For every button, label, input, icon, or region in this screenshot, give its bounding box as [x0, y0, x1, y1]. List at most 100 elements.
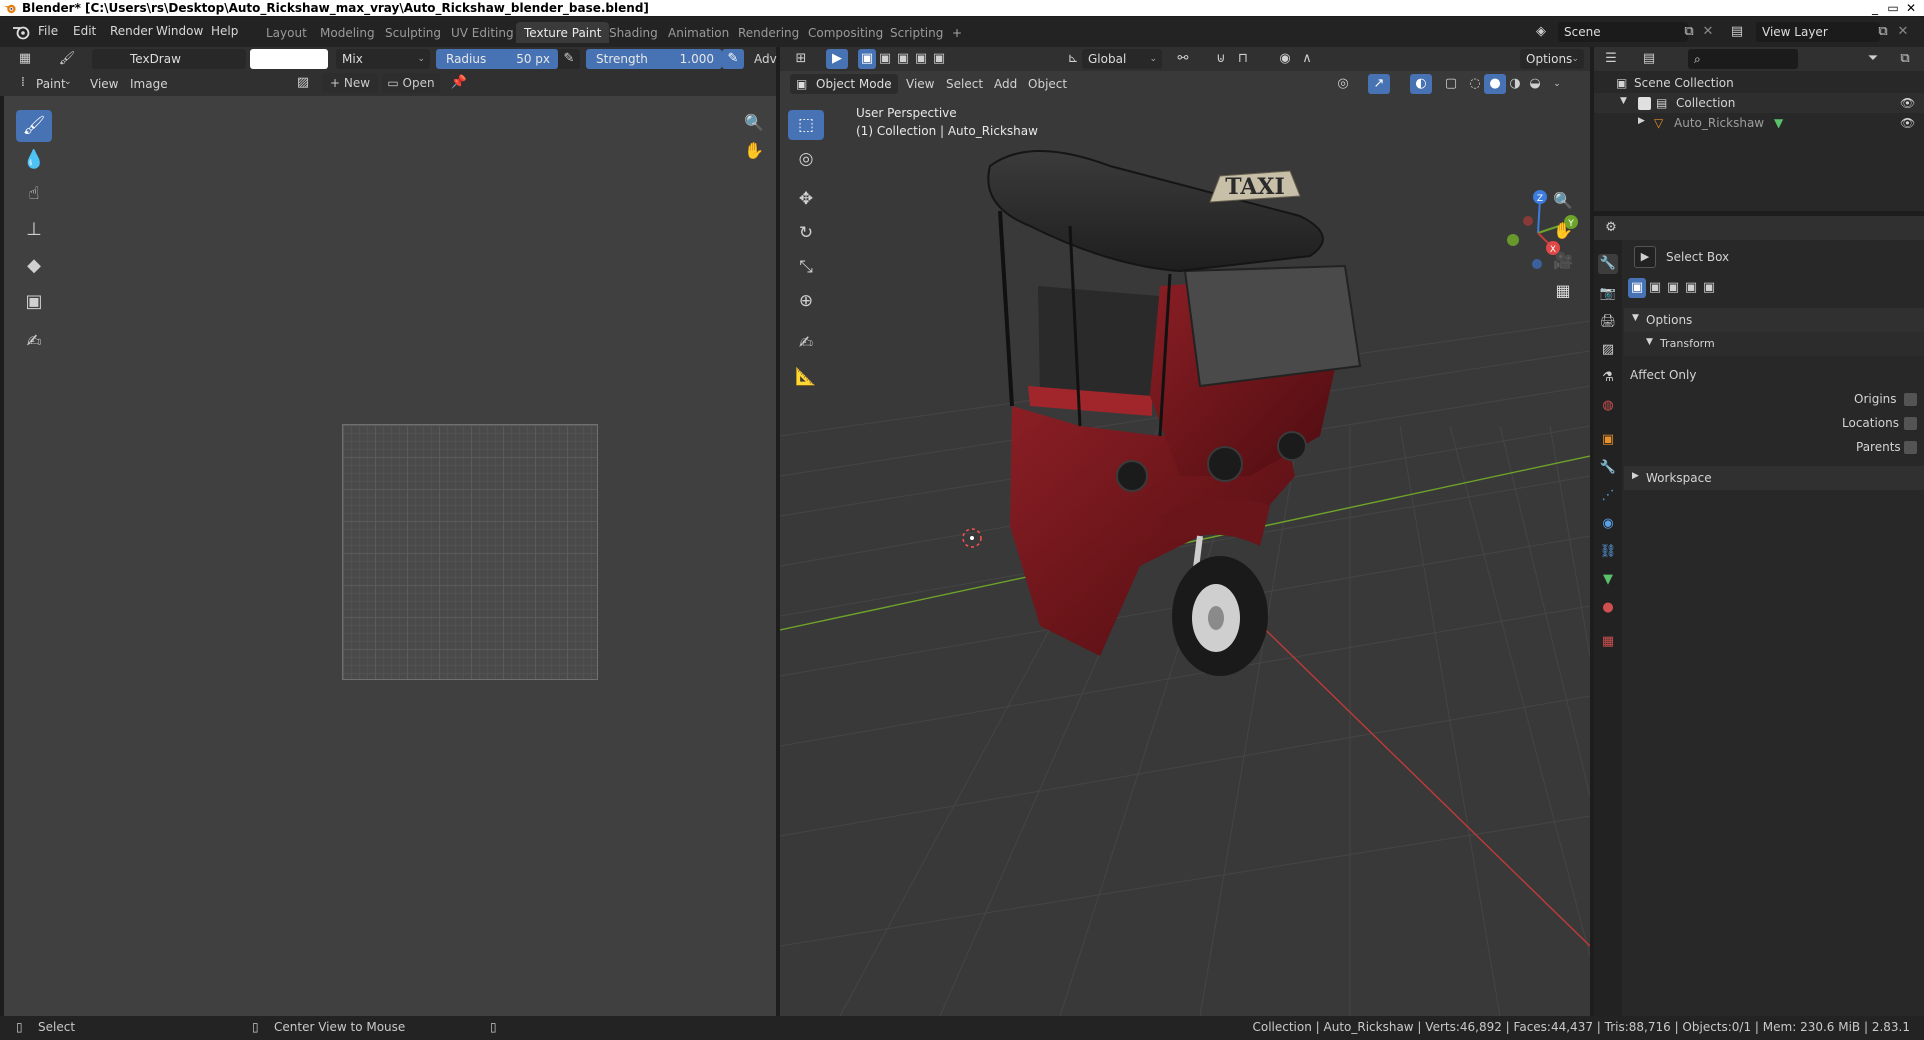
object-tab-icon[interactable]: ▣ — [1598, 430, 1618, 450]
menu-help[interactable]: Help — [211, 24, 238, 38]
modifier-tab-icon[interactable]: 🔧 — [1598, 458, 1618, 478]
tab-uv-editing[interactable]: UV Editing — [443, 22, 522, 43]
visibility-eye-icon[interactable]: ◎ — [1332, 74, 1354, 94]
move-tool[interactable]: ✥ — [788, 184, 824, 214]
mask-tool[interactable]: ▣ — [16, 286, 52, 318]
blend-mode-dropdown[interactable]: Mix ⌄ — [336, 49, 430, 69]
filter-icon[interactable]: ⏷ — [1862, 49, 1884, 69]
eye-icon[interactable]: 👁 — [1900, 96, 1915, 110]
view-layer-icon[interactable]: ▤ — [1726, 22, 1748, 42]
menu-object[interactable]: Object — [1028, 77, 1067, 91]
paint-mode-icon[interactable]: ⁞ — [12, 73, 34, 93]
proportional-edit-icon[interactable]: ◉ — [1274, 49, 1296, 69]
cursor-tool[interactable]: ◎ — [788, 144, 824, 174]
editor-type-icon[interactable]: ☰ — [1600, 49, 1622, 69]
image-editor[interactable]: 🖌 💧 ☝ ⊥ ◆ ▣ ✍ 🔍 ✋ — [0, 96, 776, 1016]
mode-invert-icon[interactable]: ▣ — [912, 49, 930, 69]
mode-invert-icon[interactable]: ▣ — [1682, 278, 1700, 298]
tool-tab-icon[interactable]: 🔧 — [1598, 254, 1618, 274]
world-tab-icon[interactable]: ◍ — [1598, 396, 1618, 416]
strength-pressure-icon[interactable]: ✎ — [722, 49, 744, 69]
xray-icon[interactable]: ▢ — [1440, 74, 1462, 94]
options-dropdown[interactable]: Options ⌄ — [1520, 49, 1584, 69]
menu-window[interactable]: Window — [156, 24, 203, 38]
tab-compositing[interactable]: Compositing — [800, 22, 891, 43]
ortho-grid-icon[interactable]: ▦ — [1550, 278, 1576, 304]
snap-magnet-icon[interactable]: ⊍ — [1210, 49, 1232, 69]
menu-file[interactable]: File — [38, 24, 58, 38]
tab-texture-paint[interactable]: Texture Paint — [516, 22, 610, 43]
image-browse-icon[interactable]: ▨ — [292, 73, 314, 93]
pin-icon[interactable]: 📌 — [448, 73, 470, 93]
measure-tool[interactable]: 📐 — [788, 362, 824, 392]
locations-checkbox[interactable] — [1904, 417, 1917, 430]
options-panel-header[interactable]: ▼ Options — [1624, 308, 1924, 332]
mode-subtract-icon[interactable]: ▣ — [894, 49, 912, 69]
annotate-tool[interactable]: ✍ — [16, 326, 52, 358]
transform-tool[interactable]: ⊕ — [788, 286, 824, 316]
expand-arrow-icon[interactable]: ▼ — [1620, 96, 1627, 106]
mode-intersect-icon[interactable]: ▣ — [930, 49, 948, 69]
tab-sculpting[interactable]: Sculpting — [377, 22, 449, 43]
particles-tab-icon[interactable]: ⋰ — [1598, 486, 1618, 506]
close-button[interactable]: ✕ — [1902, 0, 1920, 16]
brush-color-swatch[interactable] — [250, 49, 328, 69]
snap-target-icon[interactable]: ⊓ — [1232, 49, 1254, 69]
eye-icon[interactable]: 👁 — [1900, 116, 1915, 130]
tab-rendering[interactable]: Rendering — [730, 22, 807, 43]
display-mode-icon[interactable]: ▤ — [1638, 49, 1660, 69]
brush-name-field[interactable]: TexDraw — [92, 49, 246, 69]
output-tab-icon[interactable]: 🖨 — [1598, 312, 1618, 332]
pan-hand-icon[interactable]: ✋ — [741, 138, 767, 164]
fill-tool[interactable]: ◆ — [16, 250, 52, 282]
editor-type-icon[interactable]: ⚙ — [1600, 218, 1622, 238]
zoom-icon[interactable]: 🔍 — [1550, 188, 1576, 214]
paint-mode-menu[interactable]: Paint — [36, 77, 66, 91]
scene-icon[interactable]: ◈ — [1530, 22, 1552, 42]
origins-checkbox[interactable] — [1904, 393, 1917, 406]
menu-view[interactable]: View — [90, 77, 118, 91]
radius-slider[interactable]: Radius 50 px — [436, 49, 558, 69]
outliner-row-collection[interactable]: ▼ ▤ Collection 👁 — [1594, 93, 1924, 113]
texture-tab-icon[interactable]: ▦ — [1598, 632, 1618, 652]
menu-view[interactable]: View — [906, 77, 934, 91]
rotate-tool[interactable]: ↻ — [788, 218, 824, 248]
mode-intersect-icon[interactable]: ▣ — [1700, 278, 1718, 298]
tab-animation[interactable]: Animation — [660, 22, 737, 43]
transform-panel-header[interactable]: ▼ Transform — [1624, 332, 1924, 356]
object-mode-dropdown[interactable]: ▣ Object Mode ⌄ — [790, 74, 898, 94]
workspace-panel-header[interactable]: ▶ Workspace — [1624, 466, 1924, 490]
material-shading-icon[interactable]: ◑ — [1504, 74, 1526, 94]
rendered-shading-icon[interactable]: ◒ — [1524, 74, 1546, 94]
view-layer-field[interactable]: View Layer — [1756, 22, 1880, 42]
scale-tool[interactable]: ⤡ — [788, 252, 824, 282]
3d-viewport[interactable]: TAXI Z Y X User Perspective (1) Collecti… — [780, 96, 1590, 1016]
open-image-button[interactable]: ▭ Open — [382, 73, 440, 93]
camera-view-icon[interactable]: 🎥 — [1550, 248, 1576, 274]
new-collection-icon[interactable]: ⧉ — [1894, 49, 1916, 69]
draw-brush-tool[interactable]: 🖌 — [16, 110, 52, 142]
menu-edit[interactable]: Edit — [73, 24, 96, 38]
remove-view-layer-icon[interactable]: ✕ — [1892, 22, 1914, 42]
tab-layout[interactable]: Layout — [258, 22, 315, 43]
wireframe-shading-icon[interactable]: ◌ — [1464, 74, 1486, 94]
blender-menu-icon[interactable] — [12, 24, 30, 40]
radius-pressure-icon[interactable]: ✎ — [558, 49, 580, 69]
mode-new-icon[interactable]: ▣ — [858, 49, 876, 69]
brush-icon[interactable]: 🖌 — [56, 49, 78, 69]
smear-tool[interactable]: ☝ — [16, 178, 52, 210]
view-layer-tab-icon[interactable]: ▨ — [1598, 340, 1618, 360]
gizmo-toggle-icon[interactable]: ↗ — [1368, 74, 1390, 94]
new-image-button[interactable]: + New — [322, 73, 378, 93]
material-tab-icon[interactable]: ● — [1598, 598, 1618, 618]
advanced-menu[interactable]: Adv — [754, 52, 777, 66]
tab-scripting[interactable]: Scripting — [882, 22, 951, 43]
transform-orientation-icon[interactable]: ⊾ — [1062, 49, 1084, 69]
annotate-tool[interactable]: ✍ — [788, 328, 824, 358]
new-view-layer-icon[interactable]: ⧉ — [1872, 22, 1894, 42]
chevron-down-icon[interactable]: ⌄ — [1546, 74, 1568, 94]
pivot-icon[interactable]: ⚯ — [1172, 49, 1194, 69]
clone-tool[interactable]: ⊥ — [16, 214, 52, 246]
menu-select[interactable]: Select — [946, 77, 983, 91]
outliner-row-scene-collection[interactable]: ▣ Scene Collection — [1594, 74, 1924, 92]
